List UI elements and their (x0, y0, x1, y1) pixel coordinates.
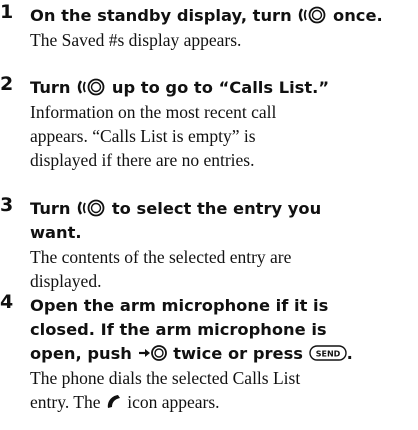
step-instruction: Turn up to go to “Calls List.” (30, 76, 416, 103)
step-number: 4 (0, 291, 14, 313)
step-number: 2 (0, 73, 14, 95)
step-number: 3 (0, 194, 14, 216)
step-number: 1 (0, 1, 14, 23)
step-result: The phone dials the selected Calls List … (30, 366, 416, 414)
step-result: The Saved #s display appears. (30, 30, 242, 50)
svg-text:SEND: SEND (315, 350, 340, 359)
step-instruction: Turn to select the entry you want. (30, 199, 322, 242)
handset-icon (105, 393, 123, 417)
step-result: The contents of the selected entry are d… (30, 247, 292, 291)
step-instruction: Open the arm microphone if it is closed.… (30, 294, 416, 366)
step-instruction: On the standby display, turn once. (30, 4, 416, 31)
step-result: Information on the most recent call appe… (30, 102, 277, 170)
